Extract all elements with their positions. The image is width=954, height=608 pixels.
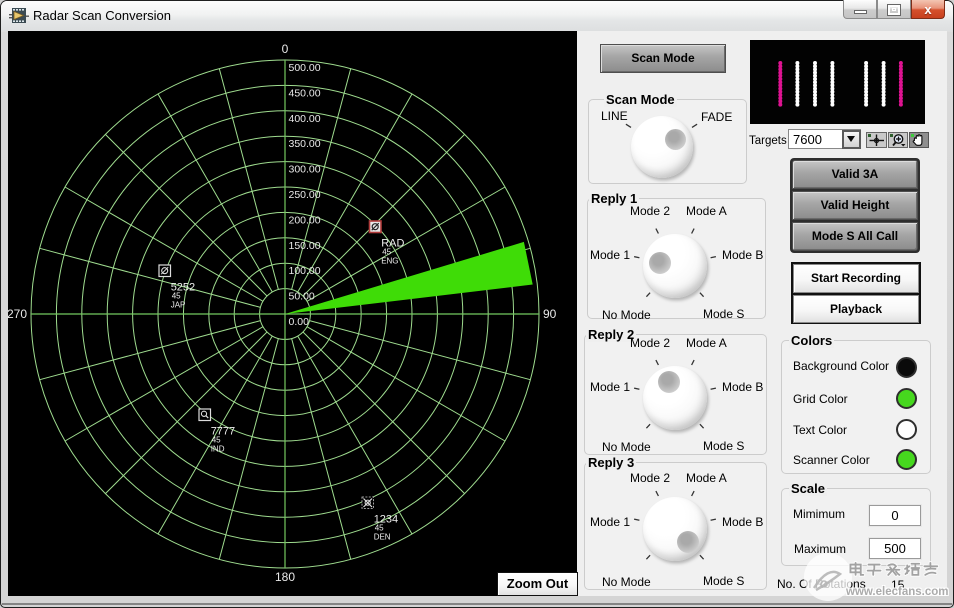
svg-text:IND: IND xyxy=(211,445,225,454)
svg-text:45: 45 xyxy=(382,248,391,257)
svg-text:0: 0 xyxy=(282,42,289,56)
svg-text:50.00: 50.00 xyxy=(289,291,315,303)
svg-text:250.00: 250.00 xyxy=(289,189,321,201)
svg-text:400.00: 400.00 xyxy=(289,113,321,125)
svg-text:45: 45 xyxy=(172,292,181,301)
svg-text:300.00: 300.00 xyxy=(289,164,321,176)
svg-text:100.00: 100.00 xyxy=(289,265,321,277)
svg-text:ENG: ENG xyxy=(381,257,398,266)
svg-text:180: 180 xyxy=(275,570,295,584)
svg-text:350.00: 350.00 xyxy=(289,138,321,150)
svg-text:200.00: 200.00 xyxy=(289,214,321,226)
svg-text:45: 45 xyxy=(375,524,384,533)
svg-text:450.00: 450.00 xyxy=(289,87,321,99)
svg-text:150.00: 150.00 xyxy=(289,240,321,252)
svg-text:DEN: DEN xyxy=(374,533,391,542)
svg-text:90: 90 xyxy=(543,307,557,321)
svg-text:JAP: JAP xyxy=(171,301,186,310)
svg-text:500.00: 500.00 xyxy=(289,62,321,74)
svg-text:270: 270 xyxy=(8,307,27,321)
svg-text:0.00: 0.00 xyxy=(289,316,310,328)
svg-text:45: 45 xyxy=(212,436,221,445)
